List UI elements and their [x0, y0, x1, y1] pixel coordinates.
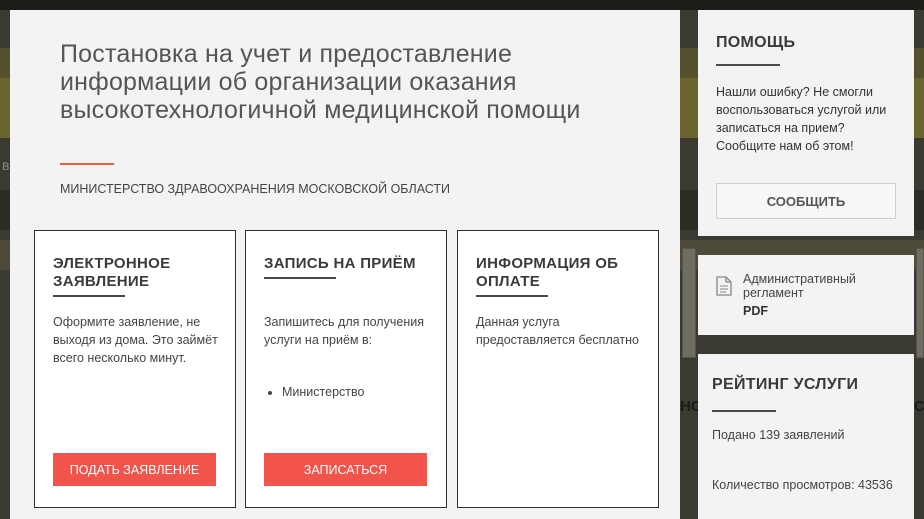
card-title-underline — [264, 277, 336, 279]
panel-title: РЕЙТИНГ УСЛУГИ — [712, 376, 859, 393]
help-text: Нашли ошибку? Не смогли воспользоваться … — [716, 85, 887, 153]
card-title: ИНФОРМАЦИЯ ОБ ОПЛАТЕ — [476, 255, 619, 290]
book-appointment-button[interactable]: ЗАПИСАТЬСЯ — [264, 453, 427, 486]
service-modal: Постановка на учет и предоставление инфо… — [10, 10, 680, 519]
rating-panel: РЕЙТИНГ УСЛУГИ Подано 139 заявлений Коли… — [698, 354, 914, 519]
list-item[interactable]: Министерство — [282, 385, 364, 399]
panel-title-underline — [712, 410, 776, 412]
regulation-link[interactable]: Административный регламент — [743, 272, 903, 300]
views-count: Количество просмотров: 43536 — [712, 478, 893, 492]
document-format: PDF — [743, 304, 768, 318]
background-thumbnail — [916, 248, 924, 358]
background-text: С — [914, 398, 924, 415]
page-title: Постановка на учет и предоставление инфо… — [60, 40, 581, 124]
report-button[interactable]: СООБЩИТЬ — [716, 183, 896, 219]
background-topbar — [0, 0, 924, 10]
help-panel: ПОМОЩЬ Нашли ошибку? Не смогли воспользо… — [698, 10, 914, 236]
card-title: ЭЛЕКТРОННОЕ ЗАЯВЛЕНИЕ — [53, 255, 171, 290]
panel-title-underline — [716, 64, 780, 66]
background-thumbnail — [682, 248, 696, 358]
applications-count: Подано 139 заявлений — [712, 428, 845, 442]
card-text: Запишитесь для получения услуги на приём… — [264, 315, 424, 347]
card-payment-info: ИНФОРМАЦИЯ ОБ ОПЛАТЕ Данная услуга предо… — [457, 230, 659, 508]
card-electronic-application: ЭЛЕКТРОННОЕ ЗАЯВЛЕНИЕ Оформите заявление… — [34, 230, 236, 508]
card-text: Данная услуга предоставляется бесплатно — [476, 315, 640, 347]
background-text: в — [2, 157, 10, 173]
card-title-underline — [53, 295, 125, 297]
card-text: Оформите заявление, не выходя из дома. Э… — [53, 315, 218, 365]
panel-title: ПОМОЩЬ — [716, 34, 796, 51]
card-title-underline — [476, 295, 548, 297]
card-appointment: ЗАПИСЬ НА ПРИЁМ Запишитесь для получения… — [245, 230, 447, 508]
document-panel: Административный регламент PDF — [698, 255, 914, 335]
document-icon — [716, 276, 732, 296]
title-underline — [60, 163, 114, 165]
appointment-locations: Министерство — [282, 385, 364, 399]
card-title: ЗАПИСЬ НА ПРИЁМ — [264, 255, 416, 272]
submit-application-button[interactable]: ПОДАТЬ ЗАЯВЛЕНИЕ — [53, 453, 216, 486]
organization-name: МИНИСТЕРСТВО ЗДРАВООХРАНЕНИЯ МОСКОВСКОЙ … — [60, 182, 450, 196]
